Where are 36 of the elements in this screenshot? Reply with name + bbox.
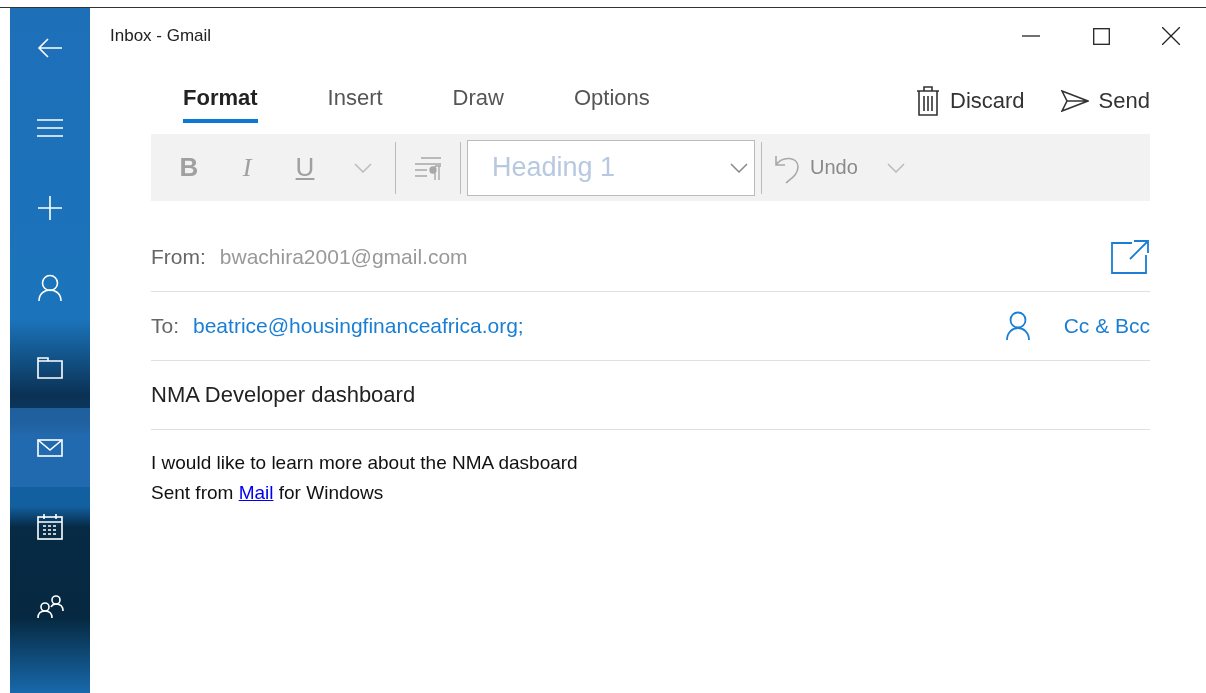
menu-icon xyxy=(37,118,63,138)
discard-button[interactable]: Discard xyxy=(916,86,1025,116)
people-icon xyxy=(36,595,64,619)
close-icon xyxy=(1162,27,1180,45)
cc-bcc-button[interactable]: Cc & Bcc xyxy=(1063,314,1150,338)
folder-icon xyxy=(37,357,63,379)
ribbon-tab[interactable]: Insert xyxy=(327,79,383,123)
body-text: I would like to learn more about the NMA dasboard xyxy=(151,452,579,474)
plus-icon xyxy=(38,196,62,220)
mail-icon xyxy=(37,438,63,457)
popout-icon[interactable] xyxy=(1110,239,1150,275)
window-title: Inbox - Gmail xyxy=(110,26,213,46)
from-label: From: xyxy=(151,245,206,269)
minimize-icon xyxy=(1022,35,1040,37)
person-icon xyxy=(38,274,62,302)
signature-text: Sent from Mail for Windows xyxy=(151,482,385,504)
paragraph-icon xyxy=(413,155,443,180)
calendar-icon xyxy=(37,514,63,540)
chevron-icon xyxy=(886,162,905,173)
ribbon-tab[interactable]: Format xyxy=(183,79,258,123)
trash-icon xyxy=(916,86,941,116)
mail-link[interactable]: Mail xyxy=(238,482,274,503)
back-icon xyxy=(37,38,63,58)
ribbon-tab[interactable]: Draw xyxy=(452,79,504,123)
maximize-icon xyxy=(1092,27,1110,45)
chevron-icon xyxy=(730,162,748,173)
ribbon-tab[interactable]: Options xyxy=(573,79,650,123)
send-button[interactable]: Send xyxy=(1060,88,1150,114)
sidebar-button[interactable] xyxy=(10,408,90,487)
subject-field[interactable]: NMA Developer dashboard xyxy=(151,382,416,408)
to-label: To: xyxy=(151,314,179,338)
person-icon[interactable] xyxy=(1005,311,1030,341)
send-icon xyxy=(1060,90,1089,112)
from-address: bwachira2001@gmail.com xyxy=(219,245,469,269)
chevron-icon xyxy=(354,162,372,173)
recipient-field[interactable]: beatrice@housingfinanceafrica.org; xyxy=(193,314,992,338)
